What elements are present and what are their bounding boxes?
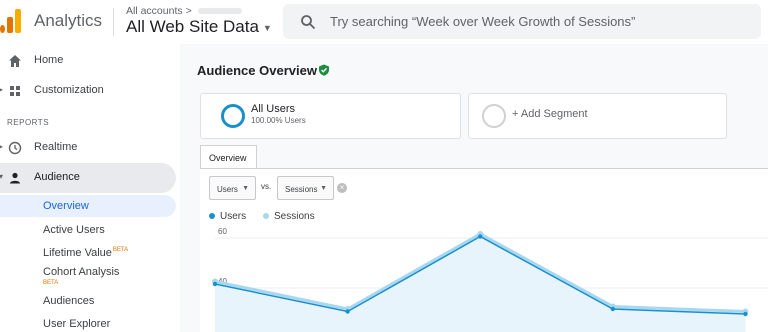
legend-item-users: Users <box>209 211 246 222</box>
data-point-users[interactable] <box>478 234 483 239</box>
add-segment-button[interactable]: + Add Segment <box>468 93 727 139</box>
sidebar-subitem-overview[interactable]: Overview <box>0 195 176 217</box>
line-chart: 604020 <box>212 227 768 332</box>
legend-dot-icon <box>263 213 269 220</box>
remove-compare-icon[interactable]: × <box>337 183 347 193</box>
vs-label: vs. <box>261 182 272 191</box>
clock-icon <box>8 141 22 155</box>
sidebar-item-home[interactable]: Home <box>0 46 176 76</box>
caret-down-icon: ▼ <box>242 185 249 192</box>
y-tick-label: 60 <box>218 227 227 236</box>
redacted-account-name <box>197 8 242 15</box>
data-point-users[interactable] <box>743 311 748 317</box>
sidebar-item-label: Home <box>34 54 64 66</box>
sidebar-subitem-label: Audiences <box>43 295 95 307</box>
add-segment-label: + Add Segment <box>512 108 588 120</box>
legend-item-sessions: Sessions <box>263 211 315 222</box>
verified-shield-icon <box>319 64 329 76</box>
property-name: All Web Site Data <box>126 17 259 36</box>
analytics-logo-icon[interactable] <box>0 9 24 33</box>
legend-label: Users <box>220 211 247 222</box>
sidebar-subitem-label: Cohort Analysis <box>43 266 120 278</box>
search-icon <box>301 15 316 30</box>
sidebar-subitem-active-users[interactable]: Active Users <box>0 219 176 241</box>
sidebar-item-audience[interactable]: ▾ Audience <box>0 163 176 193</box>
reports-section-label: REPORTS <box>7 118 50 127</box>
legend-dot-icon <box>209 213 215 220</box>
data-point-users[interactable] <box>345 309 350 314</box>
beta-badge: BETA <box>112 247 129 254</box>
sidebar-item-label: Customization <box>34 84 104 96</box>
account-breadcrumb[interactable]: All accounts > <box>126 5 242 17</box>
sidebar-subitem-lifetime-value[interactable]: Lifetime ValueBETA <box>0 242 176 264</box>
data-point-users[interactable] <box>610 306 616 312</box>
expand-arrow-icon: ▸ <box>0 85 4 94</box>
app-title: Analytics <box>34 11 103 30</box>
sessions-area-fill <box>215 234 746 332</box>
sidebar-item-realtime[interactable]: ▸ Realtime <box>0 133 176 163</box>
dashboard-icon <box>10 86 20 96</box>
property-selector[interactable]: All Web Site Data ▼ <box>126 17 272 37</box>
sidebar-item-label: Audience <box>34 171 80 183</box>
expand-arrow-icon: ▸ <box>0 142 4 151</box>
person-icon <box>10 172 20 184</box>
account-breadcrumb-label: All accounts <box>126 5 183 17</box>
sidebar-subitem-label: User Explorer <box>43 318 111 330</box>
data-point-users[interactable] <box>212 281 218 287</box>
top-bar: Analytics All accounts > All Web Site Dat… <box>0 0 768 44</box>
sidebar-subitem-audiences[interactable]: Audiences <box>0 290 176 312</box>
metric-selector-value: Sessions <box>285 185 318 194</box>
segment-all-users[interactable]: All Users 100.00% Users <box>200 93 461 139</box>
sidebar-subitem-text: Lifetime ValueBETA <box>43 247 128 259</box>
collapse-arrow-icon: ▾ <box>0 172 4 181</box>
sidebar-item-label: Realtime <box>34 141 78 153</box>
metric-selector-compare[interactable]: Sessions ▼ <box>277 176 334 200</box>
tab-divider <box>200 168 768 169</box>
search-bar[interactable]: Try searching “Week over Week Growth of … <box>283 4 761 39</box>
sidebar: Home ▸ Customization REPORTS ▸ Realtime … <box>0 44 180 332</box>
tab-overview[interactable]: Overview <box>200 145 257 169</box>
home-icon <box>9 55 21 67</box>
caret-down-icon: ▼ <box>320 185 327 192</box>
sidebar-subitem-user-explorer[interactable]: User Explorer <box>0 313 176 332</box>
segment-name: All Users <box>251 103 296 115</box>
search-placeholder: Try searching “Week over Week Growth of … <box>330 14 636 29</box>
caret-down-icon: ▼ <box>262 22 272 33</box>
metric-selector-primary[interactable]: Users ▼ <box>209 176 256 200</box>
sidebar-item-customization[interactable]: ▸ Customization <box>0 76 176 106</box>
page-title: Audience Overview <box>197 63 317 78</box>
sidebar-subitem-label: Lifetime Value <box>43 247 112 259</box>
segment-percentage: 100.00% Users <box>251 116 306 125</box>
sidebar-subitem-label: Overview <box>43 200 89 212</box>
beta-badge: BETA <box>43 280 59 286</box>
metric-selector-value: Users <box>217 185 238 194</box>
segment-ring-icon <box>221 104 245 128</box>
sidebar-subitem-cohort-analysis[interactable]: Cohort Analysis BETA <box>0 262 176 290</box>
segment-ring-icon <box>482 104 506 128</box>
sidebar-subitem-label: Active Users <box>43 224 105 236</box>
header-divider <box>113 8 114 36</box>
legend-label: Sessions <box>274 211 315 222</box>
main-content: Audience Overview All Users 100.00% User… <box>180 44 768 332</box>
chevron-right-icon: > <box>185 5 192 17</box>
